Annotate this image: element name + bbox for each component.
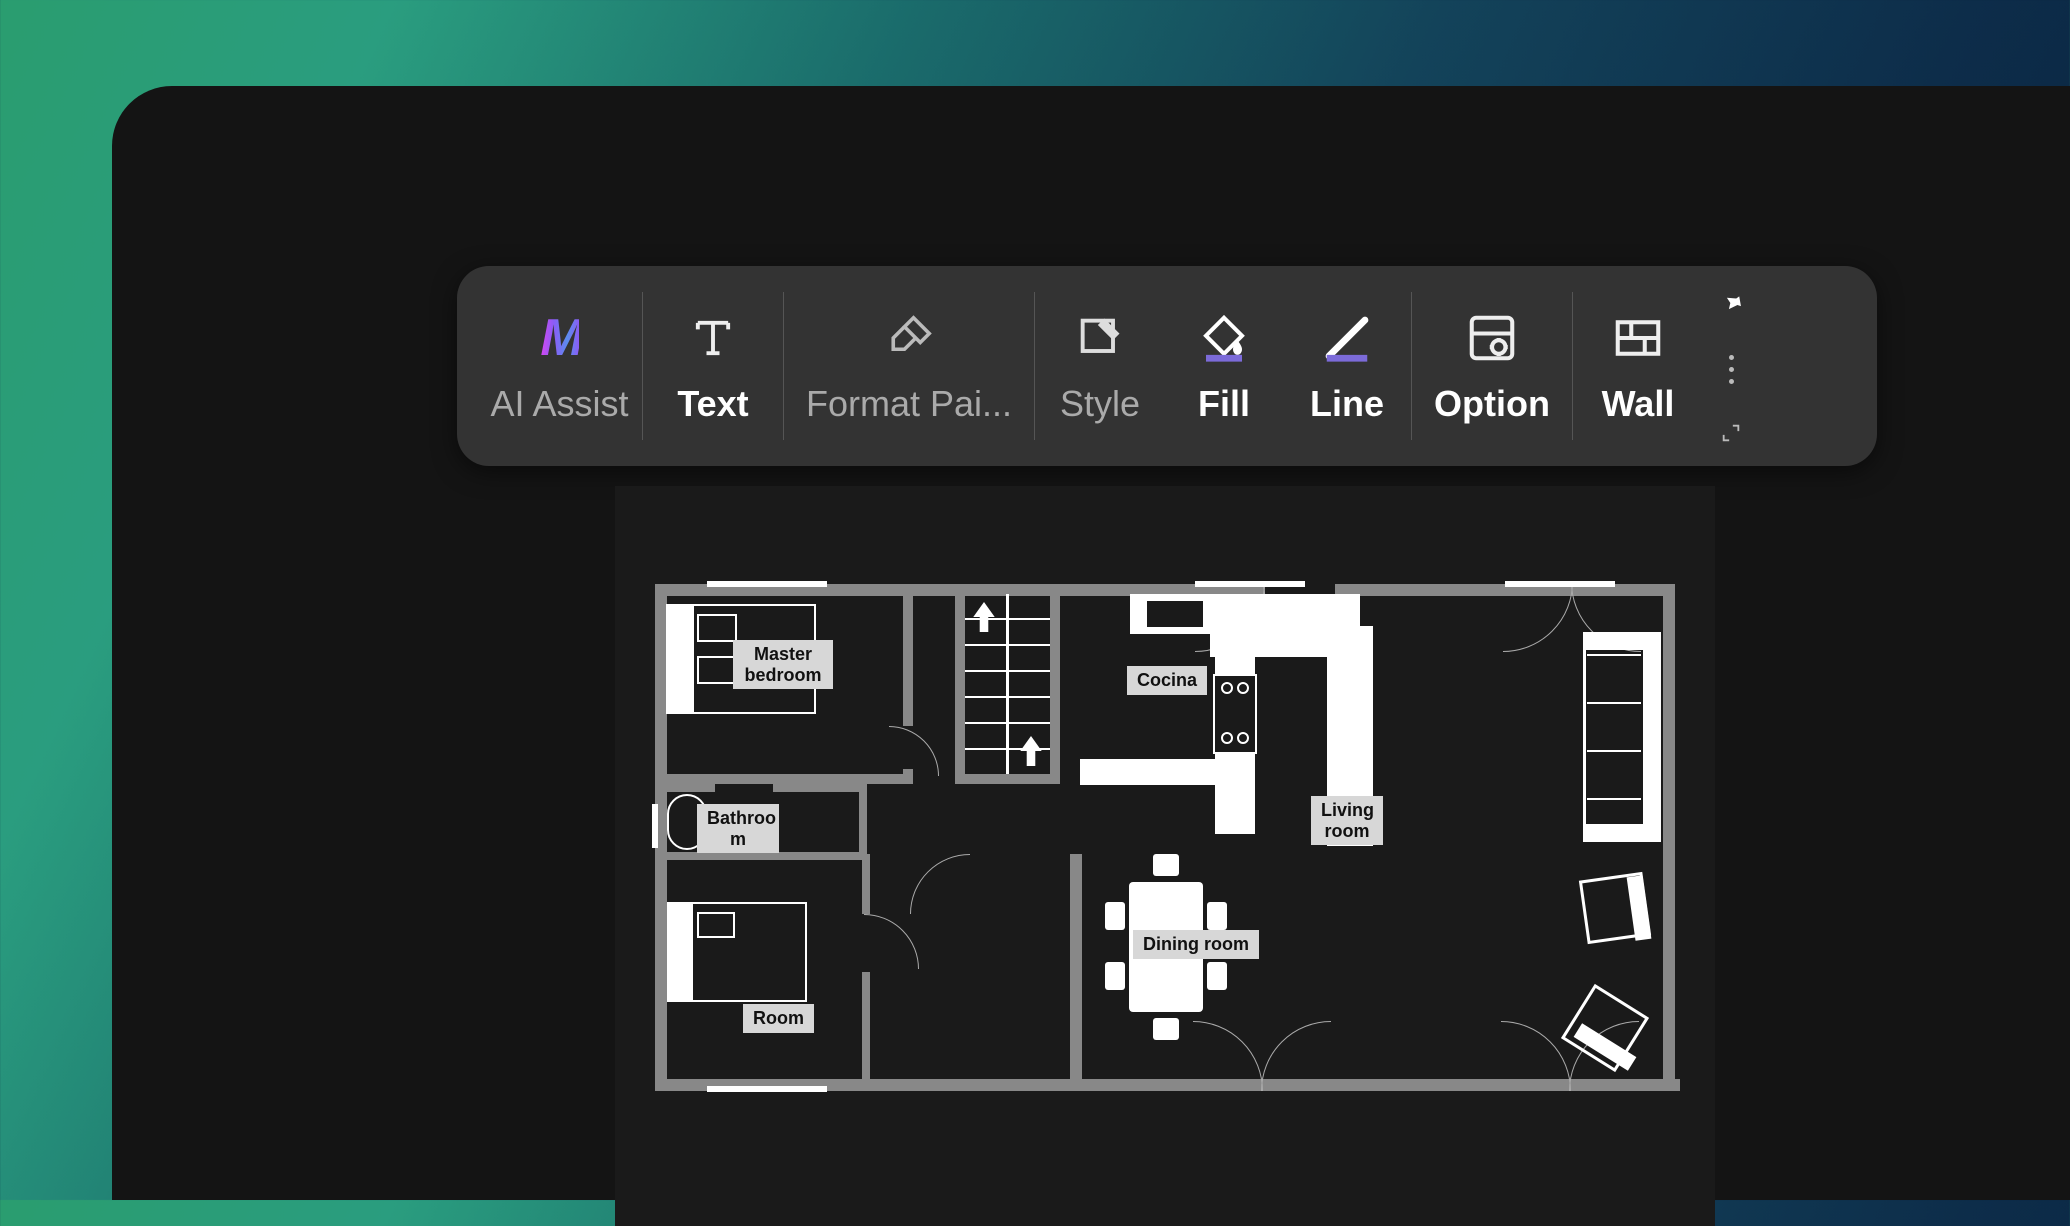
floorplan: Master bedroom Bathroo m Room Cocina Din…	[655, 584, 1675, 1104]
label-dining-room[interactable]: Dining room	[1133, 930, 1259, 959]
fill-label: Fill	[1198, 383, 1250, 425]
line-icon	[1320, 307, 1374, 369]
format-painter-button[interactable]: Format Pai...	[784, 284, 1034, 448]
floorplan-canvas[interactable]: Master bedroom Bathroo m Room Cocina Din…	[615, 486, 1715, 1226]
label-room[interactable]: Room	[743, 1004, 814, 1033]
expand-icon[interactable]	[1720, 422, 1742, 444]
fill-button[interactable]: Fill	[1165, 284, 1283, 448]
more-icon[interactable]	[1725, 351, 1738, 388]
label-master-bedroom[interactable]: Master bedroom	[733, 640, 833, 689]
label-living-room[interactable]: Living room	[1311, 796, 1383, 845]
wall-label: Wall	[1602, 383, 1675, 425]
label-bathroom[interactable]: Bathroo m	[697, 804, 779, 853]
option-label: Option	[1434, 383, 1550, 425]
ai-assist-icon: M	[540, 307, 578, 369]
wall-icon	[1611, 307, 1665, 369]
toolbar-tail	[1703, 284, 1753, 448]
text-icon	[687, 307, 739, 369]
line-button[interactable]: Line	[1283, 284, 1411, 448]
style-icon	[1074, 307, 1126, 369]
toolbar: M AI Assist Text Format Pai...	[457, 266, 1877, 466]
ai-assist-button[interactable]: M AI Assist	[477, 284, 642, 448]
wall-button[interactable]: Wall	[1573, 284, 1703, 448]
option-button[interactable]: Option	[1412, 284, 1572, 448]
style-label: Style	[1060, 383, 1140, 425]
text-button[interactable]: Text	[643, 284, 783, 448]
ai-assist-label: AI Assist	[490, 383, 628, 425]
text-label: Text	[677, 383, 748, 425]
line-label: Line	[1310, 383, 1384, 425]
format-painter-icon	[882, 307, 936, 369]
label-cocina[interactable]: Cocina	[1127, 666, 1207, 695]
app-window: M AI Assist Text Format Pai...	[112, 86, 2070, 1200]
format-painter-label: Format Pai...	[806, 383, 1012, 425]
option-icon	[1465, 307, 1519, 369]
pin-icon[interactable]	[1717, 288, 1745, 316]
fill-icon	[1197, 307, 1251, 369]
style-button[interactable]: Style	[1035, 284, 1165, 448]
